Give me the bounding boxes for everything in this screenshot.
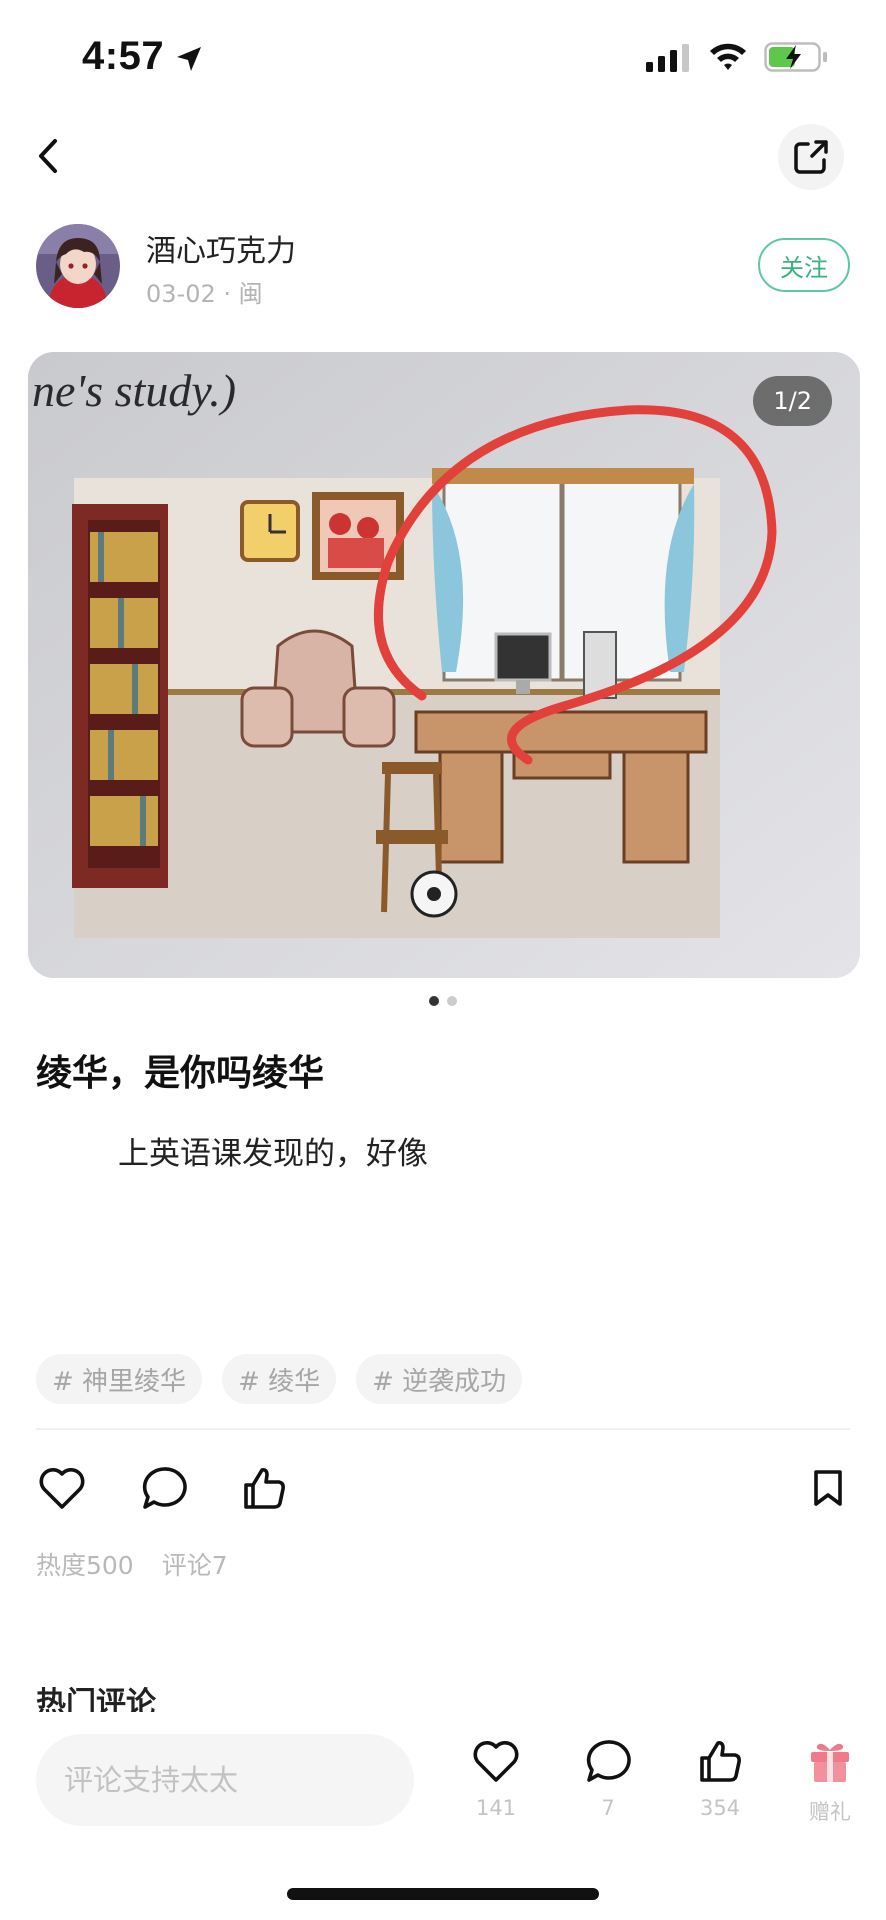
battery-charging-icon bbox=[764, 42, 827, 72]
heart-icon bbox=[473, 1741, 519, 1782]
share-icon bbox=[794, 140, 828, 174]
post-stats: 热度500 评论7 bbox=[36, 1546, 228, 1582]
thumbs-up-icon bbox=[700, 1741, 741, 1782]
bottom-thumbs-up-button[interactable]: 354 bbox=[680, 1738, 760, 1820]
divider bbox=[36, 1428, 850, 1430]
like-button[interactable] bbox=[34, 1460, 90, 1516]
post-body: 上英语课发现的，好像 bbox=[118, 1136, 428, 1172]
hot-comments-title: 热门评论 bbox=[36, 1686, 156, 1712]
caption-text: ne's study.) bbox=[32, 365, 236, 416]
comment-bubble-icon bbox=[586, 1740, 631, 1782]
thumbs-up-count: 354 bbox=[699, 1796, 741, 1820]
post-image[interactable]: ne's study.) 1/2 bbox=[28, 352, 860, 978]
bottom-comment-button[interactable]: 7 bbox=[568, 1738, 648, 1820]
heat-count: 热度500 bbox=[36, 1551, 134, 1580]
comment-count: 7 bbox=[601, 1796, 615, 1820]
gift-icon bbox=[811, 1743, 849, 1782]
like-count: 141 bbox=[475, 1796, 517, 1820]
bookmark-button[interactable] bbox=[800, 1460, 856, 1516]
wifi-icon bbox=[710, 43, 746, 70]
status-time: 4:57 bbox=[82, 34, 165, 78]
bottom-like-button[interactable]: 141 bbox=[456, 1738, 536, 1820]
post-title: 绫华，是你吗绫华 bbox=[36, 1053, 325, 1094]
status-bar: 4:57 bbox=[0, 0, 886, 110]
chevron-left-icon bbox=[39, 139, 57, 173]
share-button[interactable] bbox=[778, 124, 844, 190]
author-name[interactable]: 酒心巧克力 bbox=[146, 226, 296, 270]
tag-chip[interactable]: # 逆袭成功 bbox=[356, 1354, 523, 1404]
carousel-dot-active bbox=[429, 996, 439, 1006]
comment-count[interactable]: 评论7 bbox=[162, 1546, 228, 1582]
avatar-image bbox=[36, 224, 120, 308]
avatar[interactable] bbox=[36, 224, 120, 308]
carousel-dot bbox=[447, 996, 457, 1006]
heart-icon bbox=[39, 1468, 85, 1509]
thumbs-up-button[interactable] bbox=[236, 1460, 292, 1516]
textbook-illustration: ne's study.) bbox=[28, 352, 860, 978]
comment-button[interactable] bbox=[136, 1460, 192, 1516]
follow-button[interactable]: 关注 bbox=[758, 238, 850, 292]
cellular-signal-icon bbox=[646, 44, 689, 72]
gift-button[interactable]: 赠礼 bbox=[790, 1738, 870, 1826]
gift-label: 赠礼 bbox=[809, 1800, 851, 1824]
back-button[interactable] bbox=[28, 132, 68, 180]
comment-input[interactable] bbox=[36, 1734, 414, 1826]
tag-chip[interactable]: # 神里绫华 bbox=[36, 1354, 203, 1404]
home-indicator bbox=[287, 1888, 599, 1900]
thumbs-up-icon bbox=[244, 1468, 285, 1509]
bookmark-icon bbox=[814, 1470, 842, 1506]
carousel-dots bbox=[0, 996, 886, 1006]
image-page-counter: 1/2 bbox=[753, 376, 832, 426]
tag-chip[interactable]: # 绫华 bbox=[222, 1354, 337, 1404]
comment-bubble-icon bbox=[142, 1467, 187, 1509]
tag-list: # 神里绫华 # 绫华 # 逆袭成功 bbox=[36, 1354, 523, 1404]
post-date-location: 03-02 · 闽 bbox=[146, 280, 263, 308]
location-arrow-icon bbox=[177, 47, 201, 71]
